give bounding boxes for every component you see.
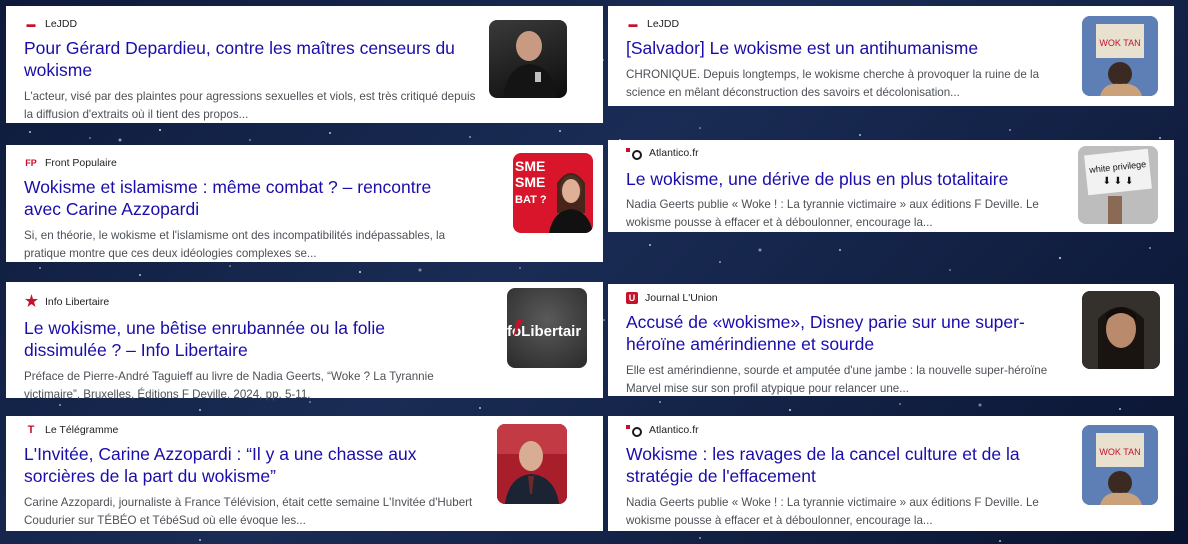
source-row: FP Front Populaire	[24, 157, 587, 169]
lejdd-logo-icon: ▬	[628, 19, 638, 29]
article-title-link[interactable]: Accusé de «wokisme», Disney parie sur un…	[626, 311, 1038, 355]
atlantico-logo-icon	[626, 424, 642, 437]
source-name: LeJDD	[45, 18, 78, 30]
article-snippet: Elle est amérindienne, sourde et amputée…	[626, 364, 1048, 395]
le-telegramme-logo-icon: T	[27, 424, 35, 436]
source-name: Atlantico.fr	[649, 147, 699, 159]
article-thumbnail[interactable]: white privilege ⬇ ⬇ ⬇	[1078, 146, 1158, 224]
article-thumbnail[interactable]: WOK TAN	[1082, 16, 1158, 96]
article-thumbnail[interactable]	[1082, 291, 1160, 369]
article-title-link[interactable]: Pour Gérard Depardieu, contre les maître…	[24, 37, 467, 81]
lejdd-logo-icon: ▬	[26, 19, 36, 29]
article-title-link[interactable]: Wokisme et islamisme : même combat ? – r…	[24, 176, 467, 220]
svg-text:SME: SME	[515, 158, 545, 174]
article-title-link[interactable]: Wokisme : les ravages de la cancel cultu…	[626, 443, 1038, 487]
atlantico-logo-icon	[626, 147, 642, 160]
article-snippet: Carine Azzopardi, journaliste à France T…	[24, 496, 473, 527]
article-thumbnail[interactable]: WOK TAN	[1082, 425, 1158, 505]
news-card[interactable]: FP Front Populaire Wokisme et islamisme …	[6, 145, 603, 262]
front-populaire-logo-icon: FP	[25, 158, 37, 168]
journal-union-logo-icon: U	[626, 292, 638, 304]
source-name: Front Populaire	[45, 157, 117, 169]
news-card[interactable]: Info Libertaire Le wokisme, une bêtise e…	[6, 282, 603, 401]
source-name: LeJDD	[647, 18, 680, 30]
article-snippet: Préface de Pierre-André Taguieff au livr…	[24, 370, 434, 401]
sign-text: WOK TAN	[1099, 38, 1140, 48]
article-thumbnail[interactable]: SME SME BAT ?	[513, 153, 593, 233]
article-title-link[interactable]: L'Invitée, Carine Azzopardi : “Il y a un…	[24, 443, 467, 487]
news-card[interactable]: Atlantico.fr Wokisme : les ravages de la…	[608, 416, 1174, 531]
article-thumbnail[interactable]: foLibertair	[507, 288, 587, 368]
article-title-link[interactable]: Le wokisme, une dérive de plus en plus t…	[626, 168, 1038, 190]
news-card[interactable]: ▬ LeJDD [Salvador] Le wokisme est un ant…	[608, 6, 1174, 106]
article-thumbnail[interactable]	[497, 424, 567, 504]
source-name: Le Télégramme	[45, 424, 119, 436]
news-card[interactable]: Atlantico.fr Le wokisme, une dérive de p…	[608, 140, 1174, 232]
svg-text:SME: SME	[515, 174, 545, 190]
source-name: Atlantico.fr	[649, 424, 699, 436]
source-row: Atlantico.fr	[626, 424, 1158, 437]
article-thumbnail[interactable]	[489, 20, 567, 98]
source-row: Info Libertaire	[24, 294, 587, 310]
source-row: U Journal L'Union	[626, 292, 1158, 304]
article-title-link[interactable]: [Salvador] Le wokisme est un antihumanis…	[626, 37, 1038, 59]
source-row: ▬ LeJDD	[626, 18, 1158, 30]
source-name: Journal L'Union	[645, 292, 718, 304]
svg-text:⬇ ⬇ ⬇: ⬇ ⬇ ⬇	[1103, 176, 1134, 187]
article-snippet: CHRONIQUE. Depuis longtemps, le wokisme …	[626, 68, 1040, 99]
news-card[interactable]: ▬ LeJDD Pour Gérard Depardieu, contre le…	[6, 6, 603, 123]
article-snippet: Nadia Geerts publie « Woke ! : La tyrann…	[626, 198, 1039, 229]
sign-text: WOK TAN	[1099, 447, 1140, 457]
news-card[interactable]: U Journal L'Union Accusé de «wokisme», D…	[608, 284, 1174, 396]
svg-text:BAT ?: BAT ?	[515, 194, 547, 206]
article-snippet: Si, en théorie, le wokisme et l'islamism…	[24, 229, 446, 260]
info-libertaire-logo-icon	[24, 294, 38, 310]
article-snippet: Nadia Geerts publie « Woke ! : La tyrann…	[626, 496, 1039, 527]
article-snippet: L'acteur, visé par des plaintes pour agr…	[24, 90, 476, 121]
news-card[interactable]: T Le Télégramme L'Invitée, Carine Azzopa…	[6, 416, 603, 531]
source-name: Info Libertaire	[45, 296, 110, 308]
article-title-link[interactable]: Le wokisme, une bêtise enrubannée ou la …	[24, 317, 467, 361]
